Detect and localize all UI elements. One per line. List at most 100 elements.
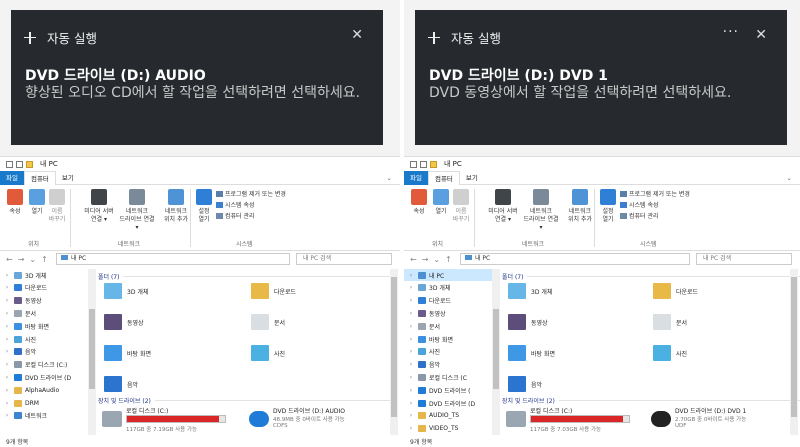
expand-chevron-icon[interactable]: › (404, 323, 418, 330)
expand-chevron-icon[interactable]: › (0, 400, 14, 407)
nav-item[interactable]: › 사진 (404, 346, 492, 358)
content-scroll-thumb[interactable] (391, 277, 397, 417)
media-server-button[interactable]: 미디어 서버 연결 ▾ (484, 189, 522, 224)
nav-item[interactable]: › 3D 개체 (0, 269, 88, 281)
nav-item[interactable]: › DVD 드라이브 ( (404, 384, 492, 396)
nav-item[interactable]: › 로컬 디스크 (C (404, 371, 492, 383)
nav-item[interactable]: › AlphaAudio (0, 384, 88, 396)
folder-item[interactable]: 다운로드 (653, 283, 698, 299)
title-bar[interactable]: 내 PC (404, 157, 800, 171)
expand-chevron-icon[interactable]: › (0, 387, 14, 394)
nav-scrollbar[interactable] (88, 269, 96, 435)
title-bar[interactable]: 내 PC (0, 157, 400, 171)
expand-chevron-icon[interactable]: › (404, 297, 418, 304)
tab-file[interactable]: 파일 (0, 170, 24, 185)
folder-item[interactable]: 다운로드 (251, 283, 296, 299)
drive-item[interactable]: DVD 드라이브 (D:) AUDIO 48.9MB 중 0바이트 사용 가능 CD… (247, 406, 388, 436)
forward-icon[interactable]: → (18, 255, 25, 264)
nav-item[interactable]: › 다운로드 (404, 295, 492, 307)
uninstall-program-link[interactable]: 프로그램 제거 또는 변경 (216, 189, 286, 198)
system-properties-link[interactable]: 시스템 속성 (216, 200, 255, 209)
address-bar[interactable]: 내 PC (460, 253, 690, 265)
close-icon[interactable]: ✕ (351, 27, 363, 43)
nav-item[interactable]: › 내 PC (404, 269, 492, 281)
folder-item[interactable]: 문서 (653, 314, 687, 330)
expand-chevron-icon[interactable]: › (404, 400, 418, 407)
folder-item[interactable]: 바탕 화면 (508, 345, 555, 361)
open-button[interactable]: 열기 (430, 189, 452, 216)
expand-chevron-icon[interactable]: › (404, 412, 418, 419)
rename-button[interactable]: 이름 바꾸기 (450, 189, 472, 224)
up-icon[interactable]: ↑ (41, 255, 48, 264)
properties-button[interactable]: 속성 (4, 189, 26, 216)
folder-item[interactable]: 음악 (104, 376, 138, 392)
back-icon[interactable]: ← (410, 255, 417, 264)
expand-chevron-icon[interactable]: › (0, 297, 14, 304)
autoplay-toast[interactable]: 자동 실행 ··· ✕ DVD 드라이브 (D:) DVD 1 DVD 동영상에서 할 … (415, 10, 787, 145)
expand-chevron-icon[interactable]: › (404, 284, 418, 291)
computer-management-link[interactable]: 컴퓨터 관리 (216, 211, 255, 220)
folder-item[interactable]: 동영상 (104, 314, 144, 330)
nav-item[interactable]: › 로컬 디스크 (C:) (0, 359, 88, 371)
open-settings-button[interactable]: 설정 열기 (193, 189, 215, 224)
nav-item[interactable]: › DRM (0, 397, 88, 409)
expand-chevron-icon[interactable]: › (404, 374, 418, 381)
tab-computer[interactable]: 컴퓨터 (427, 170, 460, 185)
nav-item[interactable]: › DVD 드라이브 (D (404, 397, 492, 409)
tab-file[interactable]: 파일 (404, 170, 428, 185)
map-network-drive-button[interactable]: 네트워크 드라이브 연결 ▾ (522, 189, 560, 232)
expand-chevron-icon[interactable]: › (404, 361, 418, 368)
content-scroll-thumb[interactable] (791, 277, 797, 417)
nav-item[interactable]: › 사진 (0, 333, 88, 345)
expand-chevron-icon[interactable]: › (0, 412, 14, 419)
nav-item[interactable]: › 바탕 화면 (0, 320, 88, 332)
computer-management-link[interactable]: 컴퓨터 관리 (620, 211, 659, 220)
autoplay-toast[interactable]: 자동 실행 ✕ DVD 드라이브 (D:) AUDIO 향상된 오디오 CD에서 할 … (11, 10, 383, 145)
recent-icon[interactable]: ⌄ (29, 255, 36, 264)
open-settings-button[interactable]: 설정 열기 (597, 189, 619, 224)
expand-chevron-icon[interactable]: › (404, 310, 418, 317)
folder-item[interactable]: 사진 (653, 345, 687, 361)
ribbon-expand-icon[interactable]: ⌄ (379, 171, 400, 185)
quick-access-properties-icon[interactable] (16, 160, 23, 168)
nav-item[interactable]: › 동영상 (0, 295, 88, 307)
rename-button[interactable]: 이름 바꾸기 (46, 189, 68, 224)
folder-item[interactable]: 사진 (251, 345, 285, 361)
expand-chevron-icon[interactable]: › (404, 272, 418, 279)
tab-computer[interactable]: 컴퓨터 (23, 170, 56, 185)
expand-chevron-icon[interactable]: › (0, 323, 14, 330)
nav-item[interactable]: › AUDIO_TS (404, 410, 492, 422)
expand-chevron-icon[interactable]: › (0, 374, 14, 381)
quick-access-folder-icon[interactable] (430, 160, 437, 168)
expand-chevron-icon[interactable]: › (0, 348, 14, 355)
nav-item[interactable]: › 3D 개체 (404, 282, 492, 294)
folders-header[interactable]: 폴더 (7) (98, 272, 398, 281)
nav-item[interactable]: › VIDEO_TS (404, 423, 492, 435)
system-properties-link[interactable]: 시스템 속성 (620, 200, 659, 209)
tab-view[interactable]: 보기 (56, 171, 80, 185)
nav-scrollbar[interactable] (492, 269, 500, 435)
uninstall-program-link[interactable]: 프로그램 제거 또는 변경 (620, 189, 690, 198)
quick-access-properties-icon[interactable] (420, 160, 427, 168)
folder-item[interactable]: 3D 개체 (104, 283, 148, 299)
close-icon[interactable]: ✕ (755, 27, 767, 43)
recent-icon[interactable]: ⌄ (433, 255, 440, 264)
folder-item[interactable]: 3D 개체 (508, 283, 552, 299)
expand-chevron-icon[interactable]: › (0, 284, 14, 291)
forward-icon[interactable]: → (422, 255, 429, 264)
media-server-button[interactable]: 미디어 서버 연결 ▾ (80, 189, 118, 224)
expand-chevron-icon[interactable]: › (404, 387, 418, 394)
map-network-drive-button[interactable]: 네트워크 드라이브 연결 ▾ (118, 189, 156, 232)
nav-item[interactable]: › 네트워크 (0, 410, 88, 422)
properties-button[interactable]: 속성 (408, 189, 430, 216)
expand-chevron-icon[interactable]: › (0, 272, 14, 279)
drive-item[interactable]: 로컬 디스크 (C:) 117GB 중 7.19GB 사용 가능 (100, 406, 241, 436)
expand-chevron-icon[interactable]: › (0, 336, 14, 343)
up-icon[interactable]: ↑ (445, 255, 452, 264)
nav-scroll-thumb[interactable] (89, 309, 95, 389)
open-button[interactable]: 열기 (26, 189, 48, 216)
back-icon[interactable]: ← (6, 255, 13, 264)
expand-chevron-icon[interactable]: › (404, 425, 418, 432)
folder-item[interactable]: 문서 (251, 314, 285, 330)
expand-chevron-icon[interactable]: › (0, 310, 14, 317)
